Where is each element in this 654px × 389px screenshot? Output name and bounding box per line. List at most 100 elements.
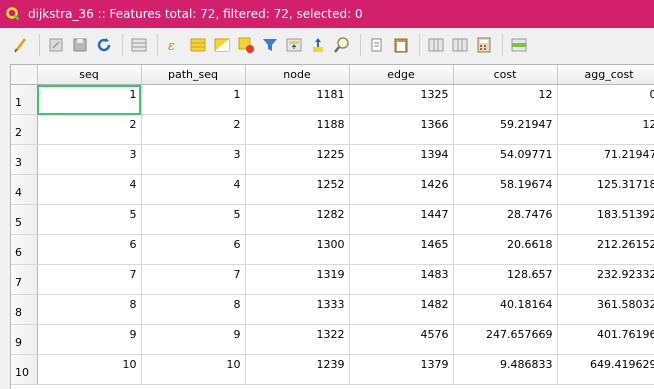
- table-cell[interactable]: 8: [141, 294, 246, 325]
- table-cell[interactable]: 6: [37, 234, 142, 265]
- table-cell[interactable]: 183.51392: [557, 204, 654, 235]
- row-header[interactable]: 3: [11, 144, 38, 175]
- column-header[interactable]: cost: [453, 65, 558, 85]
- table-cell[interactable]: 1394: [349, 144, 454, 175]
- table-cell[interactable]: 128.657: [453, 264, 558, 295]
- table-cell[interactable]: 0: [557, 84, 654, 115]
- table-cell[interactable]: 247.657669: [453, 324, 558, 355]
- table-cell[interactable]: 212.26152: [557, 234, 654, 265]
- table-cell[interactable]: 1379: [349, 354, 454, 385]
- table-cell[interactable]: 5: [141, 204, 246, 235]
- table-cell[interactable]: 1239: [245, 354, 350, 385]
- table-cell[interactable]: 28.7476: [453, 204, 558, 235]
- table-cell[interactable]: 1465: [349, 234, 454, 265]
- row-header[interactable]: 2: [11, 114, 38, 145]
- row-header[interactable]: 10: [11, 354, 38, 385]
- table-cell[interactable]: 20.6618: [453, 234, 558, 265]
- table-cell[interactable]: 1483: [349, 264, 454, 295]
- row-header[interactable]: 6: [11, 234, 38, 265]
- save-edits-icon[interactable]: [69, 34, 91, 56]
- table-cell[interactable]: 12: [453, 84, 558, 115]
- table-cell[interactable]: 3: [37, 144, 142, 175]
- table-cell[interactable]: 71.21947: [557, 144, 654, 175]
- table-cell[interactable]: 54.09771: [453, 144, 558, 175]
- table-cell[interactable]: 59.21947: [453, 114, 558, 145]
- table-cell[interactable]: 1: [37, 84, 142, 115]
- table-cell[interactable]: 5: [37, 204, 142, 235]
- table-cell[interactable]: 2: [37, 114, 142, 145]
- deselect-all-icon[interactable]: [235, 34, 257, 56]
- row-header[interactable]: 4: [11, 174, 38, 205]
- column-header[interactable]: seq: [37, 65, 142, 85]
- row-header[interactable]: 5: [11, 204, 38, 235]
- table-cell[interactable]: 1188: [245, 114, 350, 145]
- table-cell[interactable]: 7: [141, 264, 246, 295]
- table-row: 3 3 3 1225 1394 54.09771 71.21947: [11, 144, 654, 175]
- select-expression-icon[interactable]: ε: [163, 34, 185, 56]
- row-header[interactable]: 9: [11, 324, 38, 355]
- table-cell[interactable]: 8: [37, 294, 142, 325]
- column-header[interactable]: node: [245, 65, 350, 85]
- table-cell[interactable]: 4576: [349, 324, 454, 355]
- conditional-formatting-icon[interactable]: [508, 34, 530, 56]
- column-header[interactable]: agg_cost: [557, 65, 654, 85]
- zoom-to-selected-icon[interactable]: [331, 34, 353, 56]
- table-cell[interactable]: 232.92332: [557, 264, 654, 295]
- table-cell[interactable]: 361.58032: [557, 294, 654, 325]
- table-cell[interactable]: 1225: [245, 144, 350, 175]
- column-header[interactable]: edge: [349, 65, 454, 85]
- move-selection-top-icon[interactable]: [283, 34, 305, 56]
- reload-icon[interactable]: [93, 34, 115, 56]
- table-cell[interactable]: 1366: [349, 114, 454, 145]
- svg-text:ε: ε: [168, 39, 175, 54]
- copy-icon[interactable]: [366, 34, 388, 56]
- table-cell[interactable]: 9.486833: [453, 354, 558, 385]
- column-header[interactable]: path_seq: [141, 65, 246, 85]
- corner-select-all[interactable]: [11, 65, 38, 85]
- row-header[interactable]: 8: [11, 294, 38, 325]
- multi-edit-icon[interactable]: [45, 34, 67, 56]
- table-cell[interactable]: 1447: [349, 204, 454, 235]
- table-cell[interactable]: 4: [37, 174, 142, 205]
- table-cell[interactable]: 125.31718: [557, 174, 654, 205]
- row-header[interactable]: 1: [11, 84, 38, 115]
- delete-field-icon[interactable]: [449, 34, 471, 56]
- table-cell[interactable]: 58.19674: [453, 174, 558, 205]
- table-cell[interactable]: 1282: [245, 204, 350, 235]
- invert-selection-icon[interactable]: [211, 34, 233, 56]
- table-cell[interactable]: 1426: [349, 174, 454, 205]
- table-cell[interactable]: 401.76196: [557, 324, 654, 355]
- table-cell[interactable]: 40.18164: [453, 294, 558, 325]
- add-feature-icon[interactable]: [128, 34, 150, 56]
- table-cell[interactable]: 6: [141, 234, 246, 265]
- table-cell[interactable]: 1252: [245, 174, 350, 205]
- table-cell[interactable]: 4: [141, 174, 246, 205]
- table-cell[interactable]: 10: [141, 354, 246, 385]
- select-all-icon[interactable]: [187, 34, 209, 56]
- table-cell[interactable]: 12: [557, 114, 654, 145]
- qgis-logo-icon: [6, 7, 20, 21]
- table-cell[interactable]: 1319: [245, 264, 350, 295]
- toolbar-separator: [157, 34, 158, 56]
- toggle-editing-icon[interactable]: [10, 34, 32, 56]
- table-cell[interactable]: 10: [37, 354, 142, 385]
- table-cell[interactable]: 1333: [245, 294, 350, 325]
- table-cell[interactable]: 1325: [349, 84, 454, 115]
- table-cell[interactable]: 3: [141, 144, 246, 175]
- table-cell[interactable]: 1322: [245, 324, 350, 355]
- table-cell[interactable]: 9: [141, 324, 246, 355]
- table-cell[interactable]: 2: [141, 114, 246, 145]
- new-field-icon[interactable]: [425, 34, 447, 56]
- table-cell[interactable]: 1: [141, 84, 246, 115]
- pan-to-selected-icon[interactable]: [307, 34, 329, 56]
- paste-icon[interactable]: [390, 34, 412, 56]
- row-header[interactable]: 7: [11, 264, 38, 295]
- field-calculator-icon[interactable]: [473, 34, 495, 56]
- table-cell[interactable]: 1482: [349, 294, 454, 325]
- table-cell[interactable]: 9: [37, 324, 142, 355]
- table-cell[interactable]: 1181: [245, 84, 350, 115]
- filter-selected-icon[interactable]: [259, 34, 281, 56]
- table-cell[interactable]: 1300: [245, 234, 350, 265]
- table-cell[interactable]: 649.419629: [557, 354, 654, 385]
- table-cell[interactable]: 7: [37, 264, 142, 295]
